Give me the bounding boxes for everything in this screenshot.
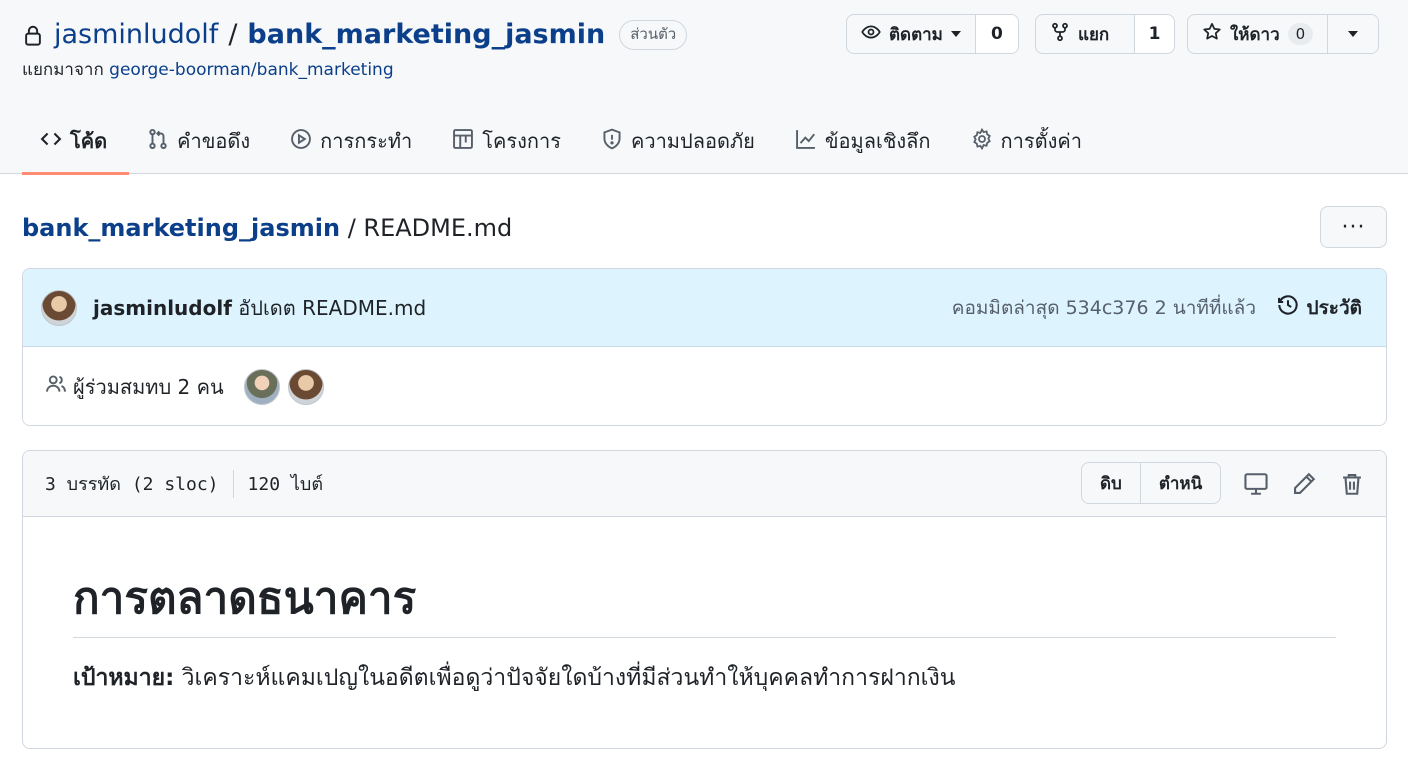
chevron-down-icon xyxy=(950,31,961,37)
history-icon xyxy=(1277,294,1299,321)
commit-message: jasminludolf อัปเดต README.md xyxy=(93,292,426,324)
breadcrumb: bank_marketing_jasmin / README.md xyxy=(22,210,512,246)
tab-label: ข้อมูลเชิงลึก xyxy=(824,129,931,153)
more-options-button[interactable]: ··· xyxy=(1320,206,1387,248)
watch-button-group: ติดตาม 0 xyxy=(846,14,1019,54)
repo-nav-tabs: โค้ด คำขอดึง การกระทำ โครงการ ความปลอดภั… xyxy=(22,108,1104,175)
tab-label: การตั้งค่า xyxy=(1000,129,1082,153)
tab-actions[interactable]: การกระทำ xyxy=(272,108,434,174)
repo-owner-link[interactable]: jasminludolf xyxy=(54,16,218,54)
file-viewer: 3 บรรทัด (2 sloc) 120 ไบต์ ดิบ ตำหนิ การ… xyxy=(22,450,1387,749)
breadcrumb-file: README.md xyxy=(363,214,513,242)
fork-prefix: แยกมาจาก xyxy=(22,60,104,80)
contributor-avatar[interactable] xyxy=(287,368,324,405)
file-header: 3 บรรทัด (2 sloc) 120 ไบต์ ดิบ ตำหนิ xyxy=(23,451,1386,517)
repo-forked-icon xyxy=(1050,22,1070,47)
breadcrumb-separator: / xyxy=(347,214,356,242)
star-icon xyxy=(1202,22,1222,47)
star-button-group: ให้ดาว 0 xyxy=(1187,14,1380,54)
contributor-avatar[interactable] xyxy=(243,368,280,405)
eye-icon xyxy=(861,22,881,47)
raw-blame-group: ดิบ ตำหนิ xyxy=(1081,462,1222,504)
readme-heading: การตลาดธนาคาร xyxy=(73,571,1336,638)
trash-icon[interactable] xyxy=(1337,469,1367,499)
file-line-count: 3 บรรทัด (2 sloc) xyxy=(45,474,219,495)
watch-button[interactable]: ติดตาม xyxy=(847,15,976,53)
history-button[interactable]: ประวัติ xyxy=(1277,293,1362,323)
fork-button[interactable]: แยก xyxy=(1036,15,1135,53)
tab-settings[interactable]: การตั้งค่า xyxy=(953,108,1104,174)
lock-icon xyxy=(22,23,44,47)
star-count: 0 xyxy=(1287,23,1314,45)
contributors-row: ผู้ร่วมสมทบ 2 คน xyxy=(23,347,1386,425)
table-icon xyxy=(452,128,474,155)
tab-label: การกระทำ xyxy=(320,129,413,153)
play-icon xyxy=(290,128,312,155)
readme-content: การตลาดธนาคาร เป้าหมาย: วิเคราะห์แคมเปญใ… xyxy=(23,517,1386,696)
watch-count[interactable]: 0 xyxy=(975,15,1018,53)
raw-button[interactable]: ดิบ xyxy=(1082,463,1140,503)
tab-label: ความปลอดภัย xyxy=(630,129,755,153)
readme-paragraph: เป้าหมาย: วิเคราะห์แคมเปญในอดีตเพื่อดูว่… xyxy=(73,660,1336,696)
commit-author[interactable]: jasminludolf xyxy=(93,296,232,320)
tab-label: โค้ด xyxy=(70,129,108,153)
tab-pull-requests[interactable]: คำขอดึง xyxy=(129,108,272,174)
contributors-label[interactable]: ผู้ร่วมสมทบ 2 คน xyxy=(73,371,224,403)
people-icon xyxy=(45,373,73,400)
star-label: ให้ดาว xyxy=(1230,24,1280,45)
shield-icon xyxy=(601,128,623,155)
breadcrumb-repo-link[interactable]: bank_marketing_jasmin xyxy=(22,214,340,242)
tab-label: โครงการ xyxy=(482,129,561,153)
tab-label: คำขอดึง xyxy=(177,129,251,153)
commit-bar: jasminludolf อัปเดต README.md คอมมิตล่าส… xyxy=(23,269,1386,347)
goal-label: เป้าหมาย: xyxy=(73,665,175,691)
goal-text: วิเคราะห์แคมเปญในอดีตเพื่อดูว่าปัจจัยใดบ… xyxy=(174,665,956,691)
display-icon[interactable] xyxy=(1241,469,1271,499)
fork-button-group: แยก 1 xyxy=(1035,14,1175,54)
fork-label: แยก xyxy=(1078,24,1110,45)
blame-button[interactable]: ตำหนิ xyxy=(1139,463,1220,503)
fork-source-line: แยกมาจาก george-boorman/bank_marketing xyxy=(22,59,394,81)
graph-icon xyxy=(795,128,817,155)
tab-insights[interactable]: ข้อมูลเชิงลึก xyxy=(777,108,953,174)
visibility-badge: ส่วนตัว xyxy=(619,20,688,50)
repo-name-link[interactable]: bank_marketing_jasmin xyxy=(247,16,605,54)
code-icon xyxy=(40,128,62,155)
pencil-icon[interactable] xyxy=(1289,469,1319,499)
fork-count[interactable]: 1 xyxy=(1135,15,1174,53)
repo-header: jasminludolf / bank_marketing_jasmin ส่ว… xyxy=(0,0,1408,175)
git-pull-request-icon xyxy=(147,128,169,155)
repo-separator: / xyxy=(228,19,238,50)
history-label: ประวัติ xyxy=(1306,296,1362,319)
tab-security[interactable]: ความปลอดภัย xyxy=(583,108,777,174)
fork-source-link[interactable]: george-boorman/bank_marketing xyxy=(109,60,393,80)
repo-title: jasminludolf / bank_marketing_jasmin ส่ว… xyxy=(22,16,688,54)
chevron-down-icon xyxy=(1348,31,1359,37)
file-size: 120 ไบต์ xyxy=(247,474,324,495)
commit-message-text[interactable]: อัปเดต README.md xyxy=(238,296,426,320)
tab-projects[interactable]: โครงการ xyxy=(434,108,583,174)
divider xyxy=(232,469,234,498)
tab-code[interactable]: โค้ด xyxy=(22,108,130,175)
commit-meta[interactable]: คอมมิตล่าสุด 534c376 2 นาทีที่แล้ว xyxy=(952,293,1256,323)
latest-commit-box: jasminludolf อัปเดต README.md คอมมิตล่าส… xyxy=(22,268,1387,426)
avatar[interactable] xyxy=(41,289,77,326)
star-button[interactable]: ให้ดาว 0 xyxy=(1188,15,1329,53)
watch-label: ติดตาม xyxy=(889,24,943,45)
star-dropdown[interactable] xyxy=(1328,15,1379,53)
gear-icon xyxy=(971,127,993,155)
